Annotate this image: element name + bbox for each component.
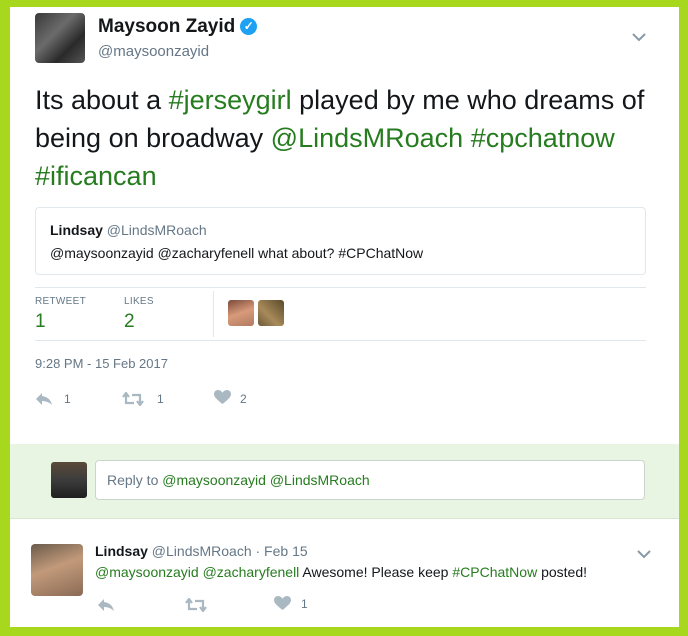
chevron-down-icon[interactable] <box>637 546 651 564</box>
quoted-author: Lindsay @LindsMRoach <box>50 222 207 238</box>
stats-separator <box>213 291 214 337</box>
reply-icon[interactable] <box>35 390 53 411</box>
reply-text-part: Awesome! Please keep <box>299 564 453 580</box>
mention-link[interactable]: @LindsMRoach <box>271 123 464 153</box>
reply-input[interactable]: Reply to @maysoonzayid @LindsMRoach <box>95 460 645 500</box>
reply-text: @maysoonzayid @zacharyfenell Awesome! Pl… <box>95 564 587 580</box>
current-user-avatar <box>51 462 87 498</box>
author-avatar[interactable] <box>35 13 85 63</box>
quoted-tweet[interactable]: Lindsay @LindsMRoach @maysoonzayid @zach… <box>35 207 646 275</box>
tweet-text: Its about a #jerseygirl played by me who… <box>35 81 655 195</box>
liker-avatar[interactable] <box>228 300 254 326</box>
divider <box>10 518 679 519</box>
divider <box>35 287 646 288</box>
reply-count: 1 <box>64 392 71 406</box>
author-name[interactable]: Maysoon Zayid <box>98 16 235 37</box>
reply-prefix: Reply to <box>107 472 163 488</box>
chevron-down-icon[interactable] <box>632 29 646 47</box>
retweet-icon[interactable] <box>185 596 207 617</box>
reply-author-handle[interactable]: @LindsMRoach <box>152 543 252 559</box>
reply-text-part: posted! <box>537 564 588 580</box>
divider <box>35 340 646 341</box>
liker-avatar[interactable] <box>258 300 284 326</box>
tweet-card: Maysoon Zayid ✓ @maysoonzayid Its about a… <box>10 7 679 627</box>
retweet-count: 1 <box>157 392 164 406</box>
reply-date[interactable]: · Feb 15 <box>256 543 308 559</box>
hashtag-link[interactable]: #cpchatnow <box>471 123 615 153</box>
reply-author-avatar[interactable] <box>31 544 83 596</box>
likes-stat-label: LIKES <box>124 296 154 307</box>
reply-placeholder: Reply to @maysoonzayid @LindsMRoach <box>107 472 370 488</box>
hashtag-link[interactable]: #jerseygirl <box>169 85 292 115</box>
hashtag-link[interactable]: #ificancan <box>35 161 157 191</box>
tweet-text-part: Its about a <box>35 85 169 115</box>
verified-badge-icon: ✓ <box>240 18 258 35</box>
mention-link[interactable]: @maysoonzayid @zacharyfenell <box>95 564 299 580</box>
hashtag-link[interactable]: #CPChatNow <box>452 564 537 580</box>
likes-stat-count[interactable]: 2 <box>124 311 135 333</box>
reply-icon[interactable] <box>97 596 115 617</box>
reply-author-name[interactable]: Lindsay <box>95 543 148 559</box>
heart-icon[interactable] <box>214 389 231 410</box>
retweet-icon[interactable] <box>122 390 144 411</box>
quoted-text: @maysoonzayid @zacharyfenell what about?… <box>50 245 424 261</box>
reply-header: Lindsay @LindsMRoach · Feb 15 <box>95 543 308 559</box>
reply-mentions: @maysoonzayid @LindsMRoach <box>162 472 370 488</box>
retweet-stat-label: RETWEET <box>35 296 86 307</box>
author-handle[interactable]: @maysoonzayid <box>98 43 209 60</box>
retweet-stat-count[interactable]: 1 <box>35 311 46 333</box>
author-name-row[interactable]: Maysoon Zayid ✓ <box>98 16 258 38</box>
quoted-author-handle: @LindsMRoach <box>106 222 207 238</box>
like-count: 2 <box>240 392 247 406</box>
quoted-author-name: Lindsay <box>50 222 103 238</box>
like-count: 1 <box>301 597 308 611</box>
heart-icon[interactable] <box>274 595 291 616</box>
tweet-timestamp[interactable]: 9:28 PM - 15 Feb 2017 <box>35 356 168 371</box>
